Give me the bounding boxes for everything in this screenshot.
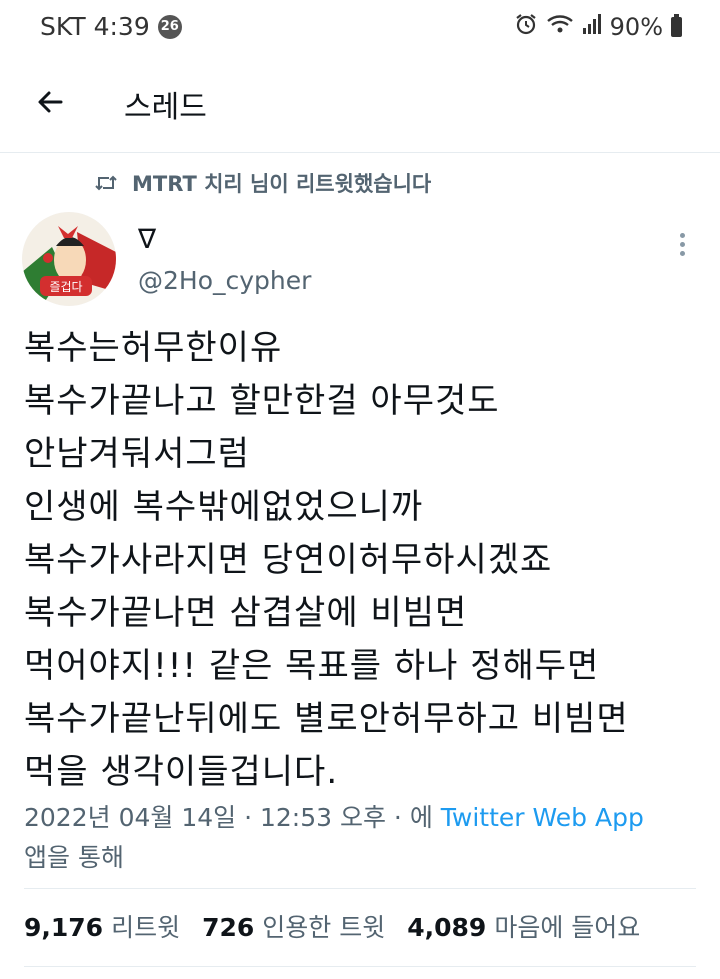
battery-icon xyxy=(671,14,682,37)
avatar[interactable]: 즐겁다 xyxy=(22,212,116,306)
user-handle[interactable]: @2Ho_cypher xyxy=(138,266,311,295)
more-options-button[interactable] xyxy=(670,226,694,262)
tweet-text: 복수는허무한이유 복수가끝나고 할만한걸 아무것도 안남겨둬서그럼 인생에 복수… xyxy=(24,322,704,799)
likes-count: 4,089 xyxy=(407,913,487,942)
tweet-line: 복수가끝나고 할만한걸 아무것도 xyxy=(24,381,500,421)
likes-label: 마음에 들어요 xyxy=(494,913,641,942)
source-link[interactable]: Twitter Web App xyxy=(441,803,644,832)
back-button[interactable] xyxy=(26,80,74,128)
avatar-caption: 즐겁다 xyxy=(49,280,82,294)
source-suffix: 앱을 통해 xyxy=(24,843,124,872)
signal-icon xyxy=(582,13,602,41)
tweet-line: 먹을 생각이들겁니다. xyxy=(24,752,339,792)
tweet-line: 복수가사라지면 당연이허무하시겠죠 xyxy=(24,540,553,580)
divider xyxy=(24,888,696,889)
quotes-count: 726 xyxy=(202,913,255,942)
carrier: SKT xyxy=(40,12,86,41)
tweet-line: 복수가끝난뒤에도 별로안허무하고 비빔면 xyxy=(24,699,629,739)
retweets-label: 리트윗 xyxy=(111,913,181,942)
status-bar: SKT 4:39 26 90% xyxy=(0,0,720,60)
tweet-timestamp: 2022년 04월 14일 · 12:53 오후 · 에 Twitter Web… xyxy=(24,798,704,878)
tweet-stats: 9,176 리트윗 726 인용한 트윗 4,089 마음에 들어요 xyxy=(24,908,662,944)
retweet-context-text: MTRT 치리 님이 리트윗했습니다 xyxy=(132,172,432,196)
retweet-context[interactable]: MTRT 치리 님이 리트윗했습니다 xyxy=(94,168,431,198)
more-dots-icon xyxy=(679,232,685,238)
tweet-line: 복수가끝나면 삼겹살에 비빔면 xyxy=(24,593,468,633)
status-right: 90% xyxy=(514,12,682,42)
notification-count-badge: 26 xyxy=(157,14,182,39)
app-header: 스레드 xyxy=(0,60,720,153)
wifi-icon xyxy=(546,12,574,42)
timestamp-text[interactable]: 2022년 04월 14일 · 12:53 오후 · 에 xyxy=(24,803,433,832)
quotes-label: 인용한 트윗 xyxy=(262,913,386,942)
alarm-icon xyxy=(514,12,538,42)
page-title: 스레드 xyxy=(124,90,207,125)
divider xyxy=(24,966,696,967)
status-left: SKT 4:39 26 xyxy=(40,12,182,41)
clock: 4:39 xyxy=(93,12,150,41)
tweet-line: 인생에 복수밖에없었으니까 xyxy=(24,487,424,527)
arrow-left-icon xyxy=(35,87,65,121)
battery-level: 90% xyxy=(609,13,663,41)
tweet-line: 안남겨둬서그럼 xyxy=(24,434,250,474)
retweets-count: 9,176 xyxy=(24,913,104,942)
tweet-line: 먹어야지!!! 같은 목표를 하나 정해두면 xyxy=(24,646,600,686)
retweet-icon xyxy=(94,173,118,193)
retweets-stat[interactable]: 9,176 리트윗 xyxy=(24,908,180,944)
quotes-stat[interactable]: 726 인용한 트윗 xyxy=(202,908,385,944)
tweet-line: 복수는허무한이유 xyxy=(24,328,283,368)
likes-stat[interactable]: 4,089 마음에 들어요 xyxy=(407,908,640,944)
display-name[interactable]: ∇ xyxy=(138,224,156,255)
